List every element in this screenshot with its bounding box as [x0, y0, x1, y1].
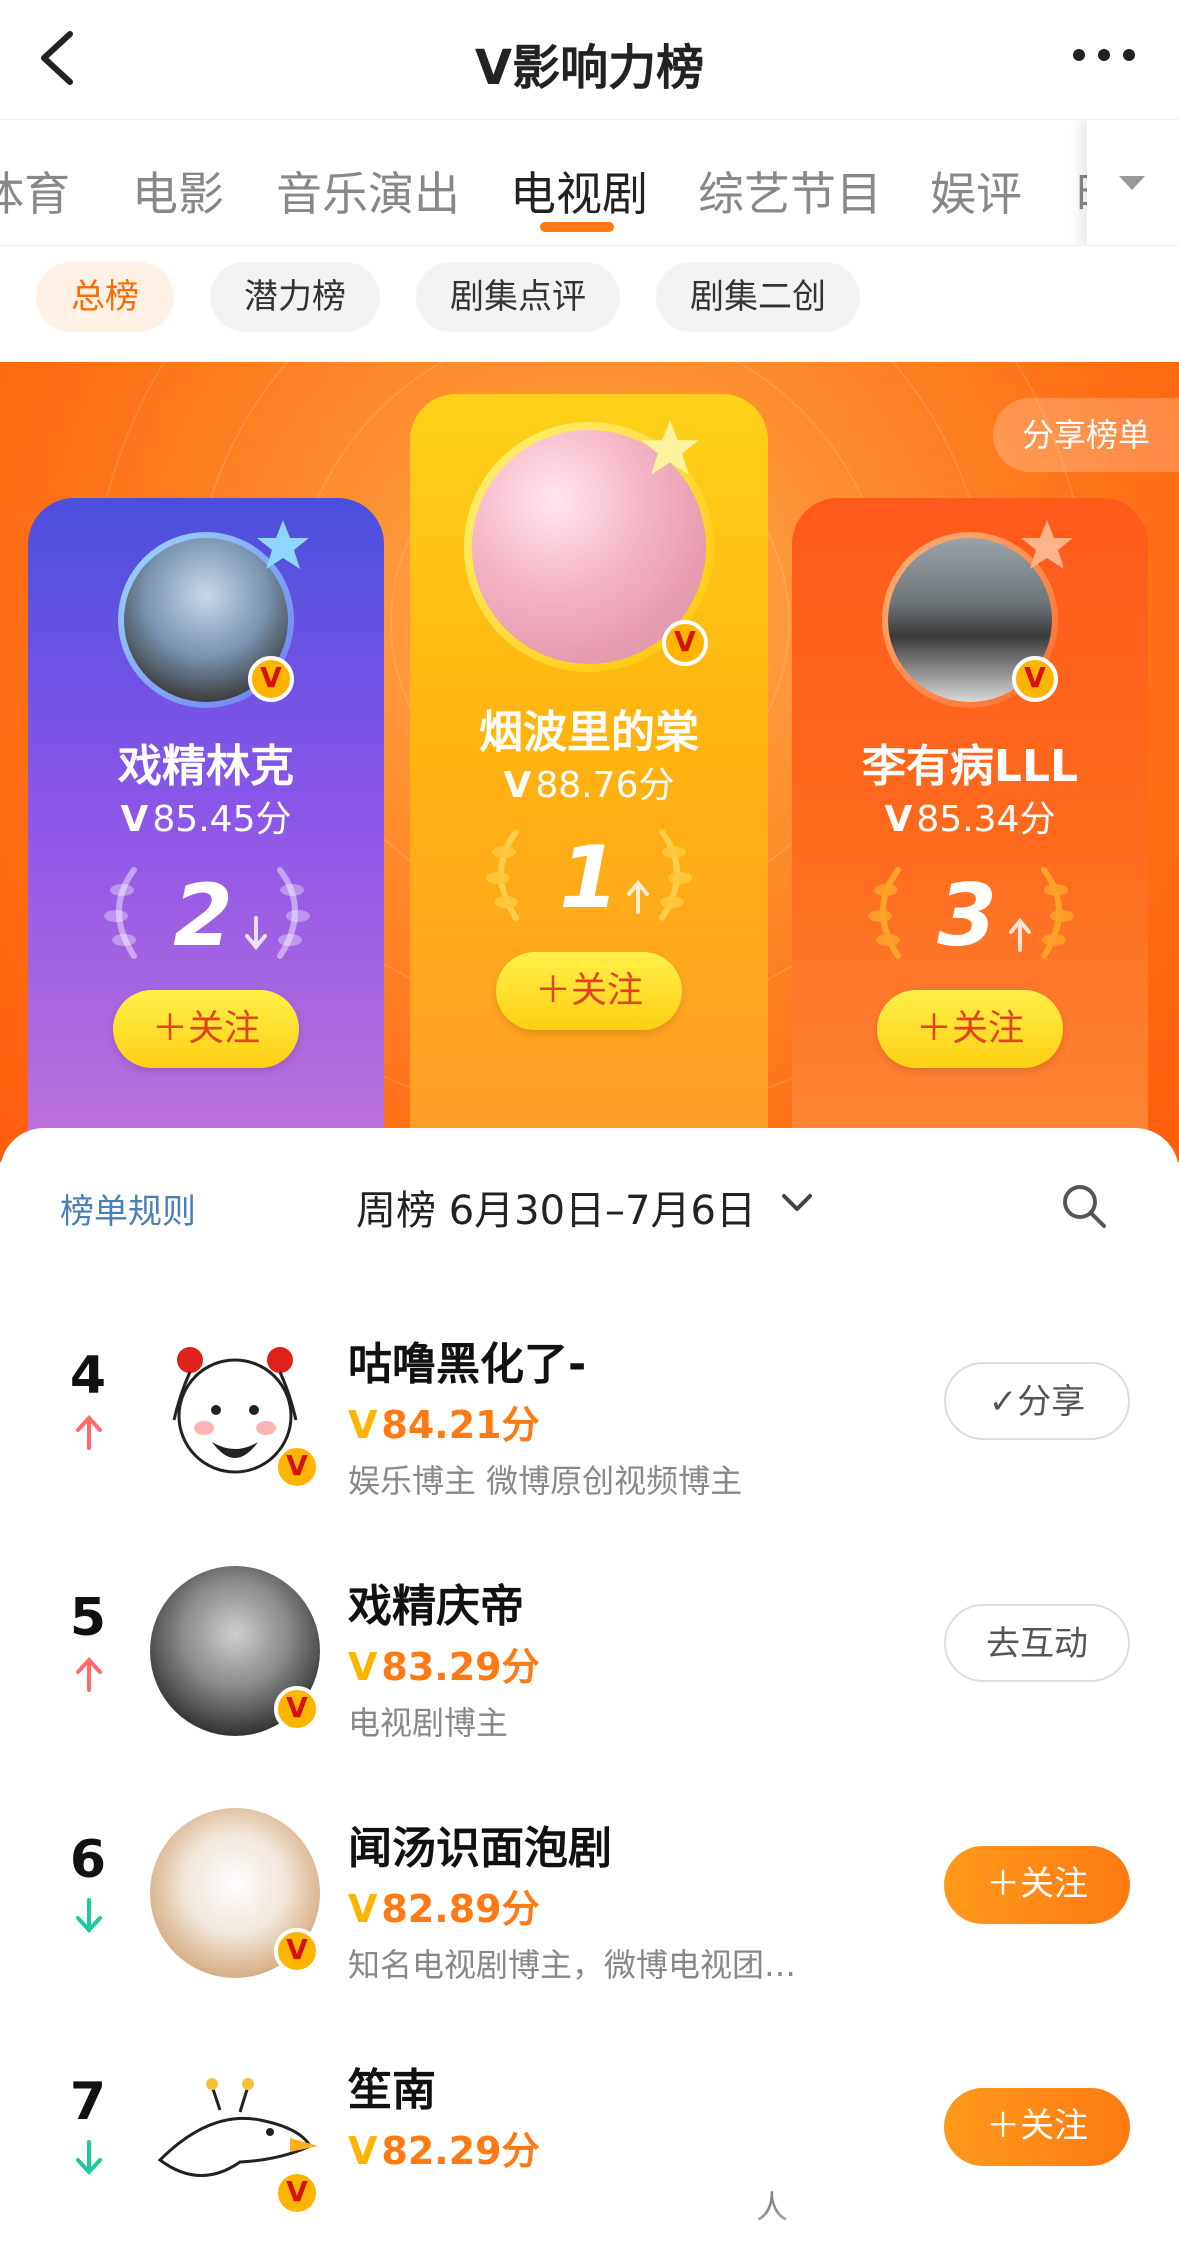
- trend-up-icon: [1009, 918, 1031, 952]
- verified-badge-icon: V: [274, 1444, 320, 1490]
- blogger-name[interactable]: 戏精庆帝: [348, 1570, 524, 1634]
- active-tab-indicator: [540, 222, 614, 232]
- ranking-rules-link[interactable]: 榜单规则: [60, 1184, 196, 1233]
- follow-button[interactable]: ＋关注: [496, 952, 682, 1030]
- podium-name[interactable]: 戏精林克: [28, 730, 384, 794]
- chip-episode-review[interactable]: 剧集点评: [416, 262, 620, 332]
- podium-score: V 85.34分: [884, 799, 1056, 840]
- tab-variety[interactable]: 综艺节目: [698, 158, 882, 224]
- trend-down-icon: [245, 916, 267, 950]
- blogger-name[interactable]: 闻汤识面泡剧: [348, 1812, 612, 1876]
- podium-name[interactable]: 烟波里的棠: [410, 696, 768, 760]
- influence-score: V 83.29分: [348, 1645, 540, 1689]
- more-icon[interactable]: [1069, 40, 1139, 70]
- trend-up-icon: [627, 880, 649, 914]
- podium-rank-number: 3: [937, 866, 997, 966]
- rank-number: 4: [69, 1346, 107, 1406]
- podium-card-rank-1: V 烟波里的棠 V 88.76分 1 ＋关注: [410, 394, 768, 1162]
- follow-button[interactable]: ＋关注: [113, 990, 299, 1068]
- influence-score: V 82.29分: [348, 2129, 540, 2173]
- chip-potential[interactable]: 潜力榜: [210, 262, 380, 332]
- chevron-down-icon: [1119, 176, 1145, 190]
- influence-score: V 82.89分: [348, 1887, 540, 1931]
- trend-up-icon: [76, 1415, 102, 1450]
- blogger-description: 知名电视剧博主，微博电视团…: [348, 1946, 797, 1984]
- tab-tv-series[interactable]: 电视剧: [510, 158, 648, 224]
- interact-button[interactable]: 去互动: [944, 1604, 1130, 1682]
- period-selector[interactable]: 周榜 6月30日–7月6日: [356, 1178, 756, 1236]
- blogger-name[interactable]: 咕噜黑化了-: [348, 1328, 586, 1392]
- chevron-down-icon[interactable]: [780, 1192, 814, 1214]
- podium-card-rank-3: V 李有病LLL V 85.34分 3 ＋关注: [792, 498, 1148, 1162]
- tab-sports[interactable]: 体育: [0, 158, 70, 224]
- tab-movies[interactable]: 电影: [132, 158, 224, 224]
- rank-number: 5: [69, 1588, 107, 1648]
- podium-name[interactable]: 李有病LLL: [792, 730, 1148, 794]
- bottom-fade: [0, 2208, 1179, 2267]
- influence-score: V 84.21分: [348, 1403, 540, 1447]
- verified-badge-icon: V: [274, 1928, 320, 1974]
- blogger-description: 电视剧博主: [348, 1704, 509, 1742]
- blogger-description: 娱乐博主 微博原创视频博主: [348, 1462, 743, 1500]
- verified-badge-icon: V: [1012, 656, 1058, 702]
- tab-music[interactable]: 音乐演出: [276, 158, 460, 224]
- podium-banner: 分享榜单 V 戏精林克 V 85.45分 2 ＋关注 V 烟波里的棠 V 88.…: [0, 362, 1179, 1162]
- trend-down-icon: [76, 1898, 102, 1933]
- search-icon[interactable]: [1060, 1182, 1108, 1230]
- podium-score: V 88.76分: [503, 765, 675, 806]
- category-tabs: 体育 电影 音乐演出 电视剧 综艺节目 娱评 时: [0, 120, 1179, 246]
- podium-rank-number: 2: [173, 866, 233, 966]
- star-crown-icon: [257, 520, 309, 569]
- star-crown-icon: [641, 420, 699, 475]
- verified-badge-icon: V: [274, 1686, 320, 1732]
- chip-episode-remix[interactable]: 剧集二创: [656, 262, 860, 332]
- podium-rank-number: 1: [559, 828, 619, 928]
- tab-ent-review[interactable]: 娱评: [930, 158, 1022, 224]
- podium-card-rank-2: V 戏精林克 V 85.45分 2 ＋关注: [28, 498, 384, 1162]
- top-nav-bar: V影响力榜: [0, 0, 1179, 120]
- trend-up-icon: [76, 1657, 102, 1692]
- verified-badge-icon: V: [662, 620, 708, 666]
- share-board-button[interactable]: 分享榜单: [993, 398, 1179, 472]
- rank-number: 7: [69, 2072, 107, 2132]
- ranking-list-sheet: 榜单规则 周榜 6月30日–7月6日 4 V 咕噜黑化了- V84.21分 娱: [0, 1128, 1179, 2267]
- podium-score: V 85.45分: [120, 799, 292, 840]
- list-item[interactable]: 6 V 闻汤识面泡剧 V 82.89分 知名电视剧博主，微博电视团… ＋关注: [0, 1788, 1179, 2028]
- follow-button[interactable]: ＋关注: [877, 990, 1063, 1068]
- follow-button[interactable]: ＋关注: [944, 1846, 1130, 1924]
- rank-number: 6: [69, 1830, 107, 1890]
- share-button[interactable]: ✓分享: [944, 1362, 1130, 1440]
- trend-down-icon: [76, 2140, 102, 2175]
- verified-badge-icon: V: [248, 656, 294, 702]
- blogger-name[interactable]: 笙南: [348, 2054, 436, 2118]
- follow-button[interactable]: ＋关注: [944, 2088, 1130, 2166]
- tab-expand-button[interactable]: [1087, 120, 1179, 245]
- list-item[interactable]: 4 V 咕噜黑化了- V 84.21分 娱乐博主 微博原创视频博主 ✓分享: [0, 1304, 1179, 1544]
- ranking-filter-chips: 总榜 潜力榜 剧集点评 剧集二创: [0, 246, 1179, 362]
- chip-overall[interactable]: 总榜: [36, 262, 174, 332]
- page-title: V影响力榜: [474, 40, 705, 96]
- star-crown-icon: [1021, 520, 1073, 569]
- list-item[interactable]: 5 V 戏精庆帝 V 83.29分 电视剧博主 去互动: [0, 1546, 1179, 1786]
